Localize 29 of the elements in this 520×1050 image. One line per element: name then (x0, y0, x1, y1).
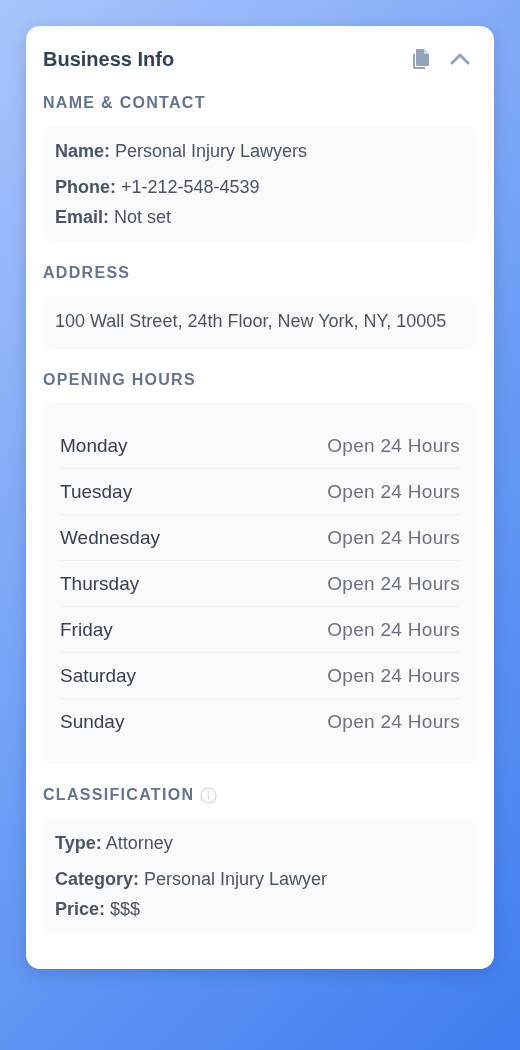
classification-line: Price: $$$ (55, 898, 142, 921)
section-heading: NAME & CONTACT (43, 94, 207, 112)
section-heading: OPENING HOURS (43, 371, 197, 389)
info-icon[interactable] (200, 786, 218, 804)
contact-line: Name: Personal Injury Lawyers (55, 140, 309, 163)
day-label: Friday (60, 618, 113, 641)
classification-line: Type: Attorney (55, 832, 174, 855)
card-title: Business Info (43, 47, 175, 71)
section-heading: CLASSIFICATION (43, 786, 195, 804)
day-label: Wednesday (60, 526, 160, 549)
chevron-up-icon[interactable] (450, 53, 470, 65)
classification-line: Category: Personal Injury Lawyer (55, 868, 329, 891)
hours-value: Open 24 Hours (327, 664, 460, 687)
hours-value: Open 24 Hours (327, 480, 460, 503)
copy-icon[interactable] (412, 49, 430, 69)
hours-value: Open 24 Hours (327, 618, 460, 641)
day-label: Thursday (60, 572, 140, 595)
day-label: Sunday (60, 710, 125, 733)
hours-value: Open 24 Hours (327, 526, 460, 549)
day-label: Saturday (60, 664, 137, 687)
hours-value: Open 24 Hours (327, 434, 460, 457)
contact-line: Email: Not set (55, 206, 173, 229)
contact-line: Phone: +1-212-548-4539 (55, 176, 261, 199)
day-label: Tuesday (60, 480, 133, 503)
section-heading: ADDRESS (43, 264, 132, 282)
address-text: 100 Wall Street, 24th Floor, New York, NY, 10005 (55, 310, 448, 333)
day-label: Monday (60, 434, 128, 457)
hours-value: Open 24 Hours (327, 710, 460, 733)
hours-value: Open 24 Hours (327, 572, 460, 595)
